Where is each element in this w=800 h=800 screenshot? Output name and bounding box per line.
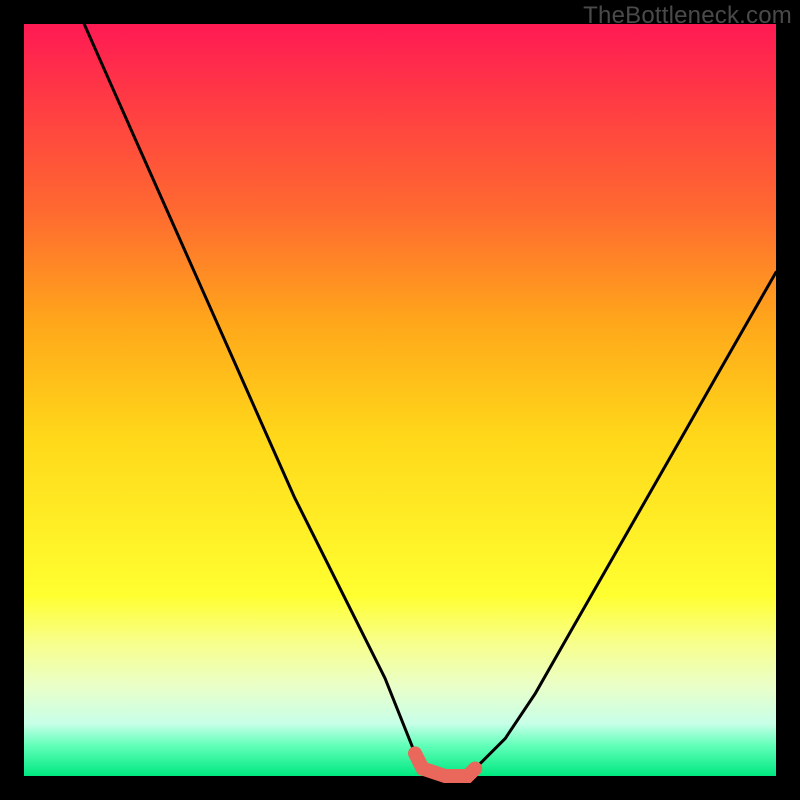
bottleneck-curve bbox=[84, 24, 776, 776]
highlight-segment bbox=[415, 753, 475, 776]
chart-svg bbox=[24, 24, 776, 776]
